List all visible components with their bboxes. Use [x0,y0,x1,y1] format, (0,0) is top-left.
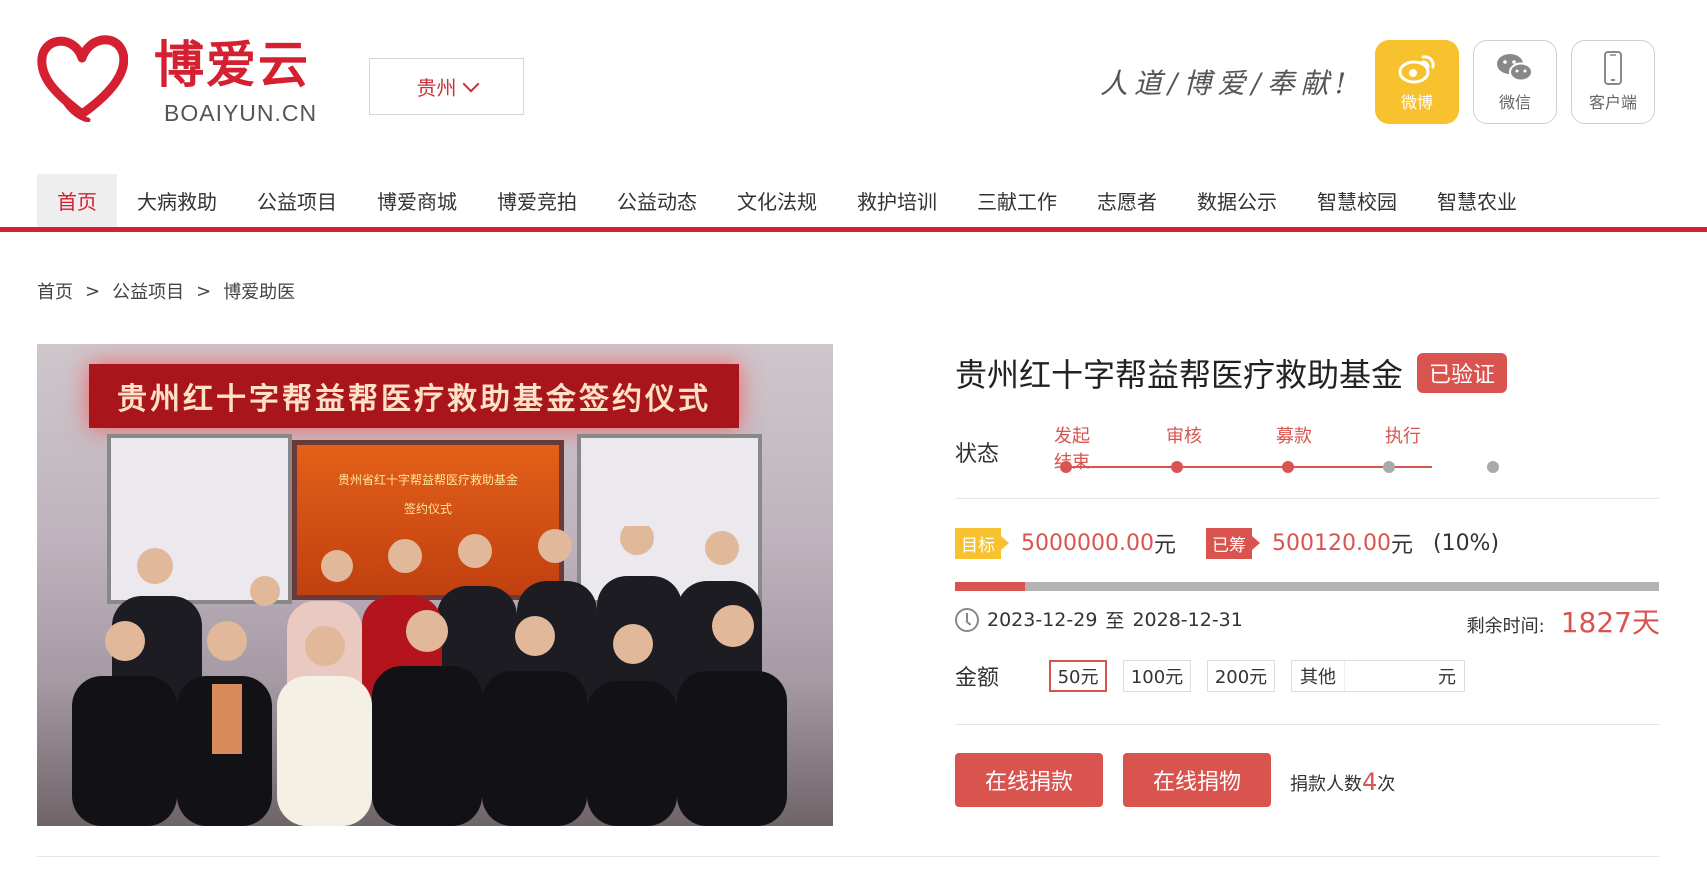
status-steps: 发起 结束 审核 募款 执行 [1030,420,1510,480]
nav-item-auction[interactable]: 博爱竞拍 [477,174,597,227]
step-review: 审核 [1166,426,1202,447]
divider [955,498,1659,499]
nav-item-news[interactable]: 公益动态 [597,174,717,227]
app-button[interactable]: 客户端 [1571,40,1655,124]
goal-value: 5000000.00 [1021,530,1154,556]
photo-banner: 贵州红十字帮益帮医疗救助基金签约仪式 [89,364,739,428]
date-separator: 至 [1105,610,1125,632]
nav-item-projects[interactable]: 公益项目 [237,174,357,227]
amount-option-100[interactable]: 100元 [1123,660,1192,692]
nav-item-culture-law[interactable]: 文化法规 [717,174,837,227]
date-end: 2028-12-31 [1132,608,1243,631]
project-title: 贵州红十字帮益帮医疗救助基金 [955,356,1404,394]
goal-tag: 目标 [955,527,1001,559]
remain-label: 剩余时间: [1466,616,1545,637]
breadcrumb-separator: > [85,280,101,302]
donate-money-button[interactable]: 在线捐款 [955,753,1103,807]
raised-percent: (10%) [1432,530,1500,556]
step-dot [1383,461,1395,473]
donors-count: 4 [1362,768,1378,796]
date-start: 2023-12-29 [987,608,1098,631]
breadcrumb: 首页 > 公益项目 > 博爱助医 [37,278,295,304]
step-initiate: 发起 [1054,426,1090,447]
step-dot [1171,461,1183,473]
other-amount-input[interactable] [1344,661,1431,691]
raised-value: 500120.00 [1271,530,1391,556]
weibo-label: 微博 [1400,93,1433,112]
amount-option-other: 其他 元 [1291,660,1466,692]
donor-count: 捐款人数4次 [1290,768,1395,796]
remain-value: 1827天 [1560,606,1660,639]
amount-option-200[interactable]: 200元 [1207,660,1276,692]
donors-label: 捐款人数 [1290,774,1362,795]
nav-item-smart-campus[interactable]: 智慧校园 [1297,174,1417,227]
city-label: 贵州 [416,76,457,100]
nav-item-home[interactable]: 首页 [37,174,117,227]
main-nav: 首页 大病救助 公益项目 博爱商城 博爱竞拍 公益动态 文化法规 救护培训 三献… [37,174,1537,227]
raised-tag: 已筹 [1205,527,1252,559]
nav-item-volunteers[interactable]: 志愿者 [1077,174,1177,227]
nav-underline [0,227,1707,232]
raised-unit: 元 [1390,533,1413,558]
goal-unit: 元 [1153,533,1176,558]
amount-option-50[interactable]: 50元 [1049,660,1108,692]
wechat-button[interactable]: 微信 [1473,40,1557,124]
group-photo-people [72,526,787,826]
project-photo: 贵州红十字帮益帮医疗救助基金签约仪式 贵州省红十字帮益帮医疗救助基金 签约仪式 [37,344,833,826]
steps-line [1066,466,1432,468]
app-label: 客户端 [1588,93,1637,112]
step-dot [1060,461,1072,473]
clock-icon [955,607,979,632]
wechat-label: 微信 [1498,93,1531,112]
amount-label: 金额 [955,666,1000,691]
nav-item-data[interactable]: 数据公示 [1177,174,1297,227]
logo-text-en: BOAIYUN.CN [164,100,318,126]
step-execute: 执行 [1385,426,1421,447]
heart-logo-icon [37,35,128,122]
breadcrumb-current[interactable]: 博爱助医 [223,278,295,304]
breadcrumb-home[interactable]: 首页 [37,278,73,304]
screen-subtitle: 签约仪式 [403,502,452,516]
funding-progress-bar [955,582,1659,591]
logo-text-cn: 博爱云 [154,36,310,94]
weibo-button[interactable]: 微博 [1375,40,1459,124]
nav-item-smart-agriculture[interactable]: 智慧农业 [1417,174,1537,227]
funding-summary: 目标 5000000.00 元 已筹 500120.00 元 (10%) [955,527,1499,559]
slogan: 人道/博爱/奉献! [1100,67,1353,100]
breadcrumb-projects[interactable]: 公益项目 [112,278,184,304]
breadcrumb-separator: > [196,280,212,302]
date-range: 2023-12-29 至 2028-12-31 [955,606,1243,633]
chevron-down-icon [462,75,479,92]
donate-goods-button[interactable]: 在线捐物 [1123,753,1271,807]
wechat-icon [1497,54,1533,82]
screen-title: 贵州省红十字帮益帮医疗救助基金 [337,473,518,487]
nav-item-three-donations[interactable]: 三献工作 [957,174,1077,227]
nav-item-illness-aid[interactable]: 大病救助 [117,174,237,227]
amount-selector: 金额 50元 100元 200元 其他 元 [955,660,1466,692]
time-remaining: 剩余时间: 1827天 [1467,601,1660,641]
nav-item-mall[interactable]: 博爱商城 [357,174,477,227]
city-selector[interactable]: 贵州 [369,58,524,115]
weibo-icon [1398,55,1435,84]
other-unit: 元 [1438,667,1457,688]
donors-suffix: 次 [1377,774,1396,795]
step-end: 结束 [1054,452,1090,473]
funding-progress-fill [955,582,1026,591]
divider [955,724,1659,725]
site-logo[interactable]: 博爱云 BOAIYUN.CN [36,34,326,134]
step-fundraise: 募款 [1276,426,1312,447]
project-title-row: 贵州红十字帮益帮医疗救助基金 已验证 [955,350,1508,396]
step-dot [1487,461,1499,473]
phone-icon [1604,51,1622,85]
other-label: 其他 [1300,667,1337,688]
nav-item-training[interactable]: 救护培训 [837,174,957,227]
status-label: 状态 [955,442,1000,467]
step-dot [1282,461,1294,473]
verified-badge: 已验证 [1417,353,1508,393]
section-divider [37,856,1659,857]
